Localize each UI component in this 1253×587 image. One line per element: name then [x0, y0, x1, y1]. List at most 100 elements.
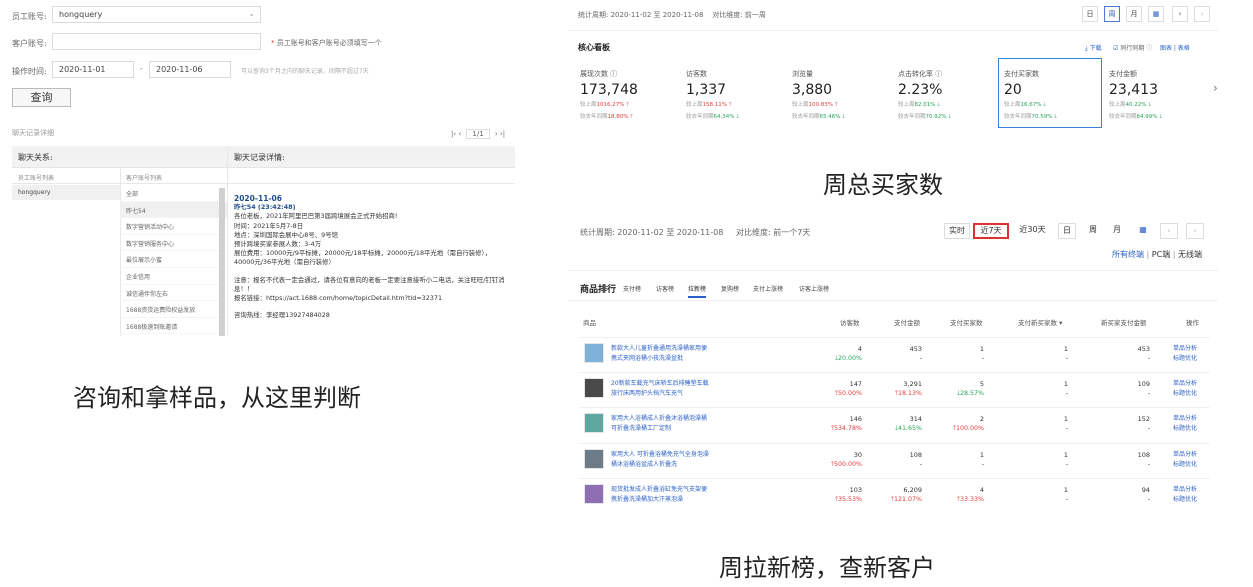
rank-period-value: 2020-11-02 至 2020-11-08	[617, 228, 724, 237]
link-pc[interactable]: PC端	[1152, 250, 1170, 259]
download-icon[interactable]: ⤓	[1085, 45, 1088, 52]
th-new-buyers[interactable]: 支付新买家数 ▾	[1018, 317, 1062, 327]
single-analysis-link[interactable]: 单品分析	[1173, 414, 1197, 424]
view-toggle[interactable]: 图表 | 表格	[1160, 45, 1190, 52]
title-optimize-link[interactable]: 标题优化	[1173, 495, 1197, 505]
rank-btn-week[interactable]: 周	[1084, 223, 1102, 239]
account-item-4[interactable]: 最位展示小蜜	[120, 251, 227, 268]
query-button[interactable]: 查询	[12, 88, 71, 107]
metric-impressions[interactable]: 展现次数 ⓘ 173,748 较上周1016.27% 🡑 较去年同期18.80%…	[575, 66, 679, 126]
title-optimize-link[interactable]: 标题优化	[1173, 424, 1197, 434]
checkbox-icon[interactable]: ☑	[1113, 45, 1118, 52]
tab-new-customer[interactable]: 拉新榜	[688, 284, 707, 298]
core-period: 统计周期: 2020-11-02 至 2020-11-08 对比维度: 前一周	[578, 10, 766, 20]
record-section-title: 聊天记录详细	[12, 129, 54, 137]
core-compare-value: 前一周	[744, 11, 766, 19]
tab-visitor[interactable]: 访客榜	[656, 284, 674, 293]
title-optimize-link[interactable]: 标题优化	[1173, 389, 1197, 399]
metric-visitors[interactable]: 访客数 1,337 较上周158.11% 🡑 较去年同期64.34% 🡓	[681, 66, 785, 126]
account-item-7[interactable]: 1688资货运费险权益发放	[120, 301, 227, 318]
time-note: 可以查询3个月之内的聊天记录，间隔不超过7天	[241, 68, 369, 75]
account-item-2[interactable]: 数字营销活动中心	[120, 218, 227, 235]
table-row: 家用大人浴桶成人折叠沐浴桶泡澡桶可折叠洗澡桶工厂定制 146 🡑534.78% 314…	[580, 407, 1210, 443]
core-btn-week[interactable]: 周	[1104, 6, 1120, 22]
account-item-5[interactable]: 企业信用	[120, 268, 227, 285]
cell-pay-amount-change: -	[919, 355, 922, 362]
download-link[interactable]: 下载	[1090, 45, 1102, 52]
yoy-label[interactable]: 同行同期	[1120, 45, 1144, 52]
product-thumbnail[interactable]	[584, 449, 604, 469]
link-all-terminals[interactable]: 所有终端	[1112, 250, 1144, 259]
chevron-left-icon[interactable]: ‹	[1160, 223, 1178, 239]
cell-buyers-change: -	[981, 461, 984, 468]
metric-paying-buyers[interactable]: 支付买家数 20 较上周16.67% 🡓 较去年同期70.59% 🡓	[998, 58, 1102, 128]
th-buyers[interactable]: 支付买家数	[950, 317, 983, 327]
rank-btn-7days[interactable]: 近7天	[973, 223, 1009, 239]
chevron-right-icon[interactable]: ›	[1186, 223, 1204, 239]
single-analysis-link[interactable]: 单品分析	[1173, 485, 1197, 495]
core-tools: ⤓ 下载 ☑ 同行同期 ⓘ 图表 | 表格	[1085, 43, 1190, 53]
time-from-input[interactable]: 2020-11-01	[52, 61, 134, 78]
tab-pay-rise[interactable]: 支付上涨榜	[753, 284, 783, 293]
title-optimize-link[interactable]: 标题优化	[1173, 354, 1197, 364]
core-btn-day[interactable]: 日	[1082, 6, 1098, 22]
chat-message-note: 注意：报名不代表一定会通过，请各位有意向的老板一定要注意接听小二电话，关注旺旺/…	[234, 275, 505, 303]
metric-wow: 较上周158.11% 🡑	[686, 102, 732, 108]
pager-next[interactable]: › ›|	[495, 130, 505, 138]
title-optimize-link[interactable]: 标题优化	[1173, 460, 1197, 470]
calendar-icon[interactable]: ▦	[1148, 6, 1164, 22]
account-item-3[interactable]: 数字营销服务中心	[120, 235, 227, 252]
account-item-6[interactable]: 诚信通伴你左右	[120, 285, 227, 302]
rank-btn-day[interactable]: 日	[1058, 223, 1076, 239]
table-row: 现货批发成人折叠浴缸免充气支架便携折叠洗澡桶加大汗蒸泡澡 103 🡑35.53% 6,…	[580, 478, 1210, 514]
cell-new-pay-change: -	[1147, 425, 1150, 432]
cell-new-buyers-value: 1	[1063, 345, 1068, 353]
pager-page[interactable]: 1/1	[466, 129, 490, 139]
chevron-left-icon[interactable]: ‹	[1172, 6, 1188, 22]
single-analysis-link[interactable]: 单品分析	[1173, 379, 1197, 389]
account-item-8[interactable]: 1688极速到账邀请	[120, 318, 227, 335]
staff-select[interactable]: hongquery ⌄	[52, 6, 261, 23]
product-thumbnail[interactable]	[584, 413, 604, 433]
single-analysis-link[interactable]: 单品分析	[1173, 450, 1197, 460]
cell-new-buyers-change: -	[1065, 461, 1068, 468]
product-thumbnail[interactable]	[584, 343, 604, 363]
single-analysis-link[interactable]: 单品分析	[1173, 344, 1197, 354]
product-thumbnail[interactable]	[584, 378, 604, 398]
cell-new-buyers: 1-	[1010, 414, 1068, 434]
staff-row[interactable]: hongquery	[12, 185, 120, 200]
product-thumbnail[interactable]	[584, 484, 604, 504]
arrow-up-icon: 🡑	[834, 102, 838, 108]
account-item-all[interactable]: 全部	[120, 185, 227, 202]
product-name-link[interactable]: 家用大人浴桶成人折叠沐浴桶泡澡桶可折叠洗澡桶工厂定制	[611, 414, 711, 434]
tab-visitor-rise[interactable]: 访客上涨榜	[799, 284, 829, 293]
metric-value: 1,337	[686, 82, 727, 98]
rank-btn-realtime[interactable]: 实时	[944, 223, 970, 239]
tab-repurchase[interactable]: 复购榜	[721, 284, 739, 293]
tab-pay[interactable]: 支付榜	[623, 284, 641, 293]
product-name-link[interactable]: 现货批发成人折叠浴缸免充气支架便携折叠洗澡桶加大汗蒸泡澡	[611, 485, 711, 505]
chevron-right-icon[interactable]: ›	[1194, 6, 1210, 22]
metric-pageviews[interactable]: 浏览量 3,880 较上周100.83% 🡑 较去年同期65.46% 🡓	[787, 66, 891, 126]
pager-prev[interactable]: |‹ ‹	[451, 130, 461, 138]
account-item-1[interactable]: 昨七54	[120, 201, 227, 219]
product-name-link[interactable]: 新款大人儿童折叠通用洗澡桶家用便携式夹网浴桶小孩洗澡盆批	[611, 344, 711, 364]
link-wireless[interactable]: 无线端	[1178, 250, 1202, 259]
core-btn-month[interactable]: 月	[1126, 6, 1142, 22]
time-to-input[interactable]: 2020-11-06	[149, 61, 231, 78]
arrow-down-icon: 🡓	[937, 102, 941, 108]
product-name-link[interactable]: 家用大人 可折叠浴桶免充气全身泡澡桶沐浴桶浴盆成人折叠洗	[611, 450, 711, 470]
metric-click-conversion[interactable]: 点击转化率 ⓘ 2.23% 较上周82.01% 🡓 较去年同期70.92% 🡓	[893, 66, 997, 126]
account-list-scrollbar[interactable]	[219, 188, 225, 336]
arrow-down-icon: 🡓	[1148, 102, 1152, 108]
metrics-next-icon[interactable]: ›	[1213, 81, 1218, 95]
rank-btn-month[interactable]: 月	[1108, 223, 1126, 239]
cell-pay-amount-change: -	[919, 461, 922, 468]
calendar-icon[interactable]: ▦	[1134, 223, 1152, 239]
product-name-link[interactable]: 20新款车载充气床轿车后排睡垫车载旅行床两用护头挡汽车充气	[611, 379, 711, 399]
metric-value: 2.23%	[898, 82, 943, 98]
rank-btn-30days[interactable]: 近30天	[1014, 223, 1051, 239]
customer-input[interactable]	[52, 33, 261, 50]
cell-pay-amount-change: 🡓41.65%	[894, 425, 922, 432]
metric-payment-amount[interactable]: 支付金额 23,413 较上周40.22% 🡓 较去年同期84.99% 🡓	[1104, 66, 1208, 126]
